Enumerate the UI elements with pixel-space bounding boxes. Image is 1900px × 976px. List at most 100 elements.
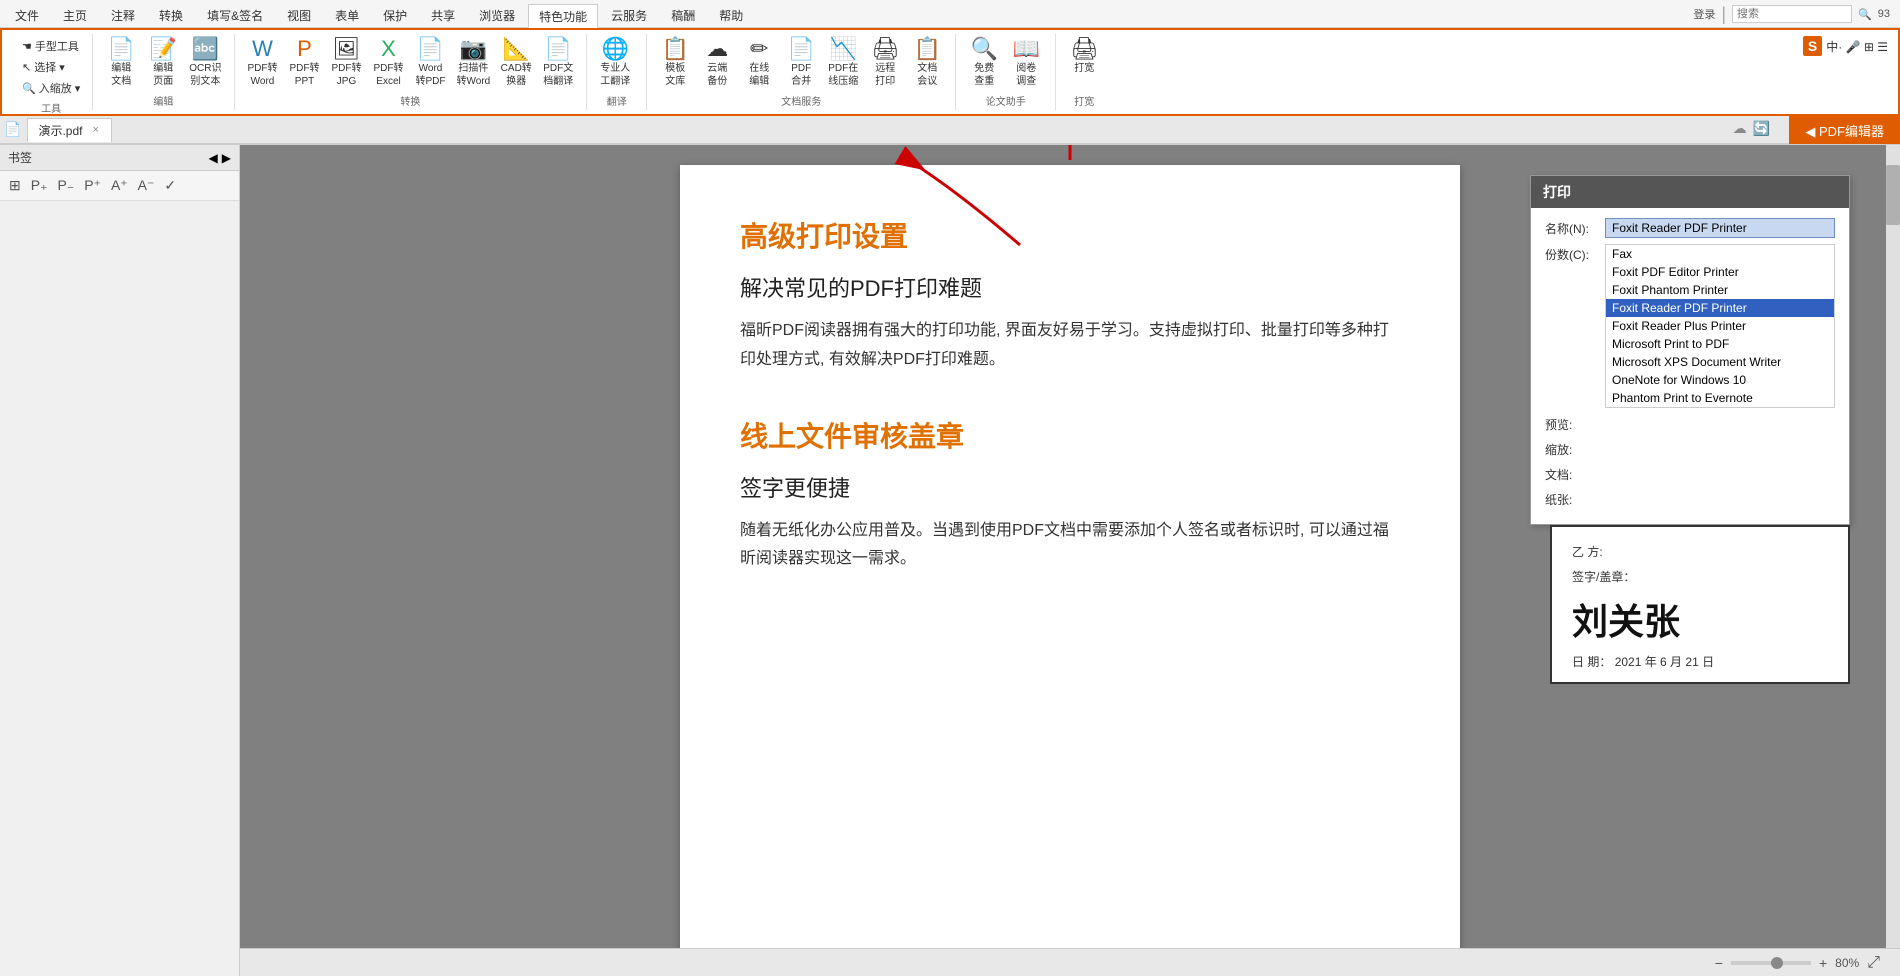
btn-pdf-merge[interactable]: 📄 PDF合并 <box>781 36 821 90</box>
tab-special[interactable]: 特色功能 <box>528 4 598 28</box>
tab-convert[interactable]: 转换 <box>148 3 194 27</box>
signature-box: 乙 方: 签字/盖章： 刘关张 日 期： 2021 年 6 月 21 日 <box>1550 525 1850 684</box>
file-tab-demo[interactable]: 演示.pdf × <box>27 118 111 142</box>
btn-pdf-translate[interactable]: 📄 PDF文档翻译 <box>538 36 578 90</box>
tab-fee[interactable]: 稿酬 <box>660 3 706 27</box>
btn-pdf-excel[interactable]: X PDF转Excel <box>369 36 409 90</box>
pdf-editor-label: ◀ PDF编辑器 <box>1805 121 1884 140</box>
sidebar-btn-check[interactable]: ✓ <box>161 175 179 196</box>
printer-foxit-reader[interactable]: Foxit Reader PDF Printer <box>1606 299 1834 317</box>
file-tab-close[interactable]: × <box>92 124 98 136</box>
tab-share[interactable]: 共享 <box>420 3 466 27</box>
btn-remote-print[interactable]: 🖨 远程打印 <box>865 36 905 90</box>
btn-zoom[interactable]: 🔍 入缩放 ▾ <box>18 78 84 98</box>
btn-pdf-ppt[interactable]: P PDF转PPT <box>285 36 325 90</box>
btn-check-dupe[interactable]: 🔍 免费查重 <box>964 36 1004 90</box>
pdf-area: 高级打印设置 解决常见的PDF打印难题 福昕PDF阅读器拥有强大的打印功能, 界… <box>240 145 1900 976</box>
print-doc-label: 文档: <box>1545 464 1605 483</box>
pdf-editor-button[interactable]: ◀ PDF编辑器 <box>1789 116 1900 144</box>
pdf-compress-icon: 📉 <box>830 38 857 60</box>
pdf-translate-label: PDF文档翻译 <box>543 62 573 88</box>
btn-pdf-word[interactable]: W PDF转Word <box>243 36 283 90</box>
print-copies-row: 份数(C): Fax Foxit PDF Editor Printer Foxi… <box>1545 244 1835 408</box>
sidebar-btn-a1[interactable]: A⁺ <box>108 175 131 196</box>
tab-protect[interactable]: 保护 <box>372 3 418 27</box>
sidebar-btn-p2[interactable]: P₋ <box>54 175 77 196</box>
btn-doc-meeting[interactable]: 📋 文档会议 <box>907 36 947 90</box>
sidebar-btn-a2[interactable]: A⁻ <box>135 175 158 196</box>
tab-browser[interactable]: 浏览器 <box>468 3 526 27</box>
group-convert: W PDF转Word P PDF转PPT 🖼 PDF转JPG X PDF转Exc… <box>235 34 588 110</box>
group-paper-items: 🔍 免费查重 📖 阅卷调查 <box>964 36 1046 91</box>
zoom-level-text: 80% <box>1835 956 1859 970</box>
print-paper-row: 纸张: <box>1545 489 1835 508</box>
btn-survey[interactable]: 📖 阅卷调查 <box>1006 36 1046 90</box>
sidebar-nav-prev[interactable]: ◀ <box>209 151 218 165</box>
tab-help[interactable]: 帮助 <box>708 3 754 27</box>
btn-word-pdf[interactable]: 📄 Word转PDF <box>411 36 451 90</box>
btn-online-edit[interactable]: ✏ 在线编辑 <box>739 36 779 90</box>
btn-edit-page[interactable]: 📝 编辑页面 <box>143 36 183 90</box>
search-input[interactable] <box>1732 5 1852 23</box>
tab-file[interactable]: 文件 <box>4 3 50 27</box>
btn-scan-word[interactable]: 📷 扫描件转Word <box>453 36 495 90</box>
tab-comment[interactable]: 注释 <box>100 3 146 27</box>
cloud-backup-label: 云端备份 <box>707 62 727 88</box>
print-copies-label: 份数(C): <box>1545 244 1605 263</box>
btn-edit-doc[interactable]: 📄 编辑文档 <box>101 36 141 90</box>
printer-foxit-editor[interactable]: Foxit PDF Editor Printer <box>1606 263 1834 281</box>
printer-ms-xps[interactable]: Microsoft XPS Document Writer <box>1606 353 1834 371</box>
btn-cad[interactable]: 📐 CAD转换器 <box>496 36 536 90</box>
btn-pro-translate[interactable]: 🌐 专业人工翻译 <box>595 36 635 90</box>
group-doc-service-items: 📋 模板文库 ☁ 云端备份 ✏ 在线编辑 📄 PDF合并 <box>655 36 947 91</box>
sidebar-content <box>0 201 239 976</box>
btn-print[interactable]: 🖨 打宽 <box>1064 36 1104 77</box>
tab-view[interactable]: 视图 <box>276 3 322 27</box>
scrollbar-v[interactable] <box>1886 145 1900 948</box>
group-print-items: 🖨 打宽 <box>1064 36 1104 91</box>
sidebar: 书签 ◀ ▶ ⊞ P₊ P₋ P⁺ A⁺ A⁻ ✓ 📋 📌 🔖 💬 <box>0 145 240 976</box>
edit-page-icon: 📝 <box>150 38 177 60</box>
login-btn[interactable]: 登录 <box>1693 6 1715 22</box>
btn-select[interactable]: ↖ 选择 ▾ <box>18 57 84 77</box>
survey-icon: 📖 <box>1013 38 1040 60</box>
printer-ms-pdf[interactable]: Microsoft Print to PDF <box>1606 335 1834 353</box>
zoom-plus-btn[interactable]: + <box>1819 955 1827 971</box>
tab-sign[interactable]: 填写&签名 <box>196 3 274 27</box>
printer-foxit-plus[interactable]: Foxit Reader Plus Printer <box>1606 317 1834 335</box>
btn-hand-tool[interactable]: ☚ 手型工具 <box>18 36 84 56</box>
btn-cloud-backup[interactable]: ☁ 云端备份 <box>697 36 737 90</box>
word-pdf-icon: 📄 <box>417 38 444 60</box>
btn-pdf-compress[interactable]: 📉 PDF在线压缩 <box>823 36 863 90</box>
printer-fax[interactable]: Fax <box>1606 245 1834 263</box>
printer-onenote[interactable]: OneNote for Windows 10 <box>1606 371 1834 389</box>
btn-pdf-jpg[interactable]: 🖼 PDF转JPG <box>327 36 367 90</box>
print-name-row: 名称(N): Foxit Reader PDF Printer <box>1545 218 1835 238</box>
tab-form[interactable]: 表单 <box>324 3 370 27</box>
printer-foxit-phantom[interactable]: Foxit Phantom Printer <box>1606 281 1834 299</box>
printer-phantom-evernote[interactable]: Phantom Print to Evernote <box>1606 389 1834 407</box>
pdf-icon-tab: 📄 <box>4 121 21 138</box>
sidebar-nav-next[interactable]: ▶ <box>222 151 231 165</box>
expand-btn[interactable]: ⤢ <box>1867 954 1880 972</box>
survey-label: 阅卷调查 <box>1016 62 1036 88</box>
ocr-icon: 🔤 <box>192 38 219 60</box>
btn-ocr[interactable]: 🔤 OCR识别文本 <box>185 36 225 90</box>
pro-translate-label: 专业人工翻译 <box>600 62 630 88</box>
search-icon[interactable]: 🔍 <box>1858 8 1872 21</box>
remote-print-icon: 🖨 <box>871 38 899 60</box>
zoom-slider[interactable] <box>1731 961 1811 965</box>
printer-list: Fax Foxit PDF Editor Printer Foxit Phant… <box>1605 244 1835 408</box>
sidebar-btn-p3[interactable]: P⁺ <box>81 175 104 196</box>
pdf-excel-icon: X <box>381 38 396 60</box>
signature-date: 日 期： 2021 年 6 月 21 日 <box>1572 653 1828 670</box>
tab-cloud[interactable]: 云服务 <box>600 3 658 27</box>
check-dupe-icon: 🔍 <box>971 38 998 60</box>
template-icon: 📋 <box>662 38 689 60</box>
print-name-input[interactable]: Foxit Reader PDF Printer <box>1605 218 1835 238</box>
zoom-minus-btn[interactable]: − <box>1715 955 1723 971</box>
tab-home[interactable]: 主页 <box>52 3 98 27</box>
sidebar-btn-p1[interactable]: P₊ <box>28 175 51 196</box>
btn-template[interactable]: 📋 模板文库 <box>655 36 695 90</box>
sidebar-btn-grid[interactable]: ⊞ <box>6 175 24 196</box>
